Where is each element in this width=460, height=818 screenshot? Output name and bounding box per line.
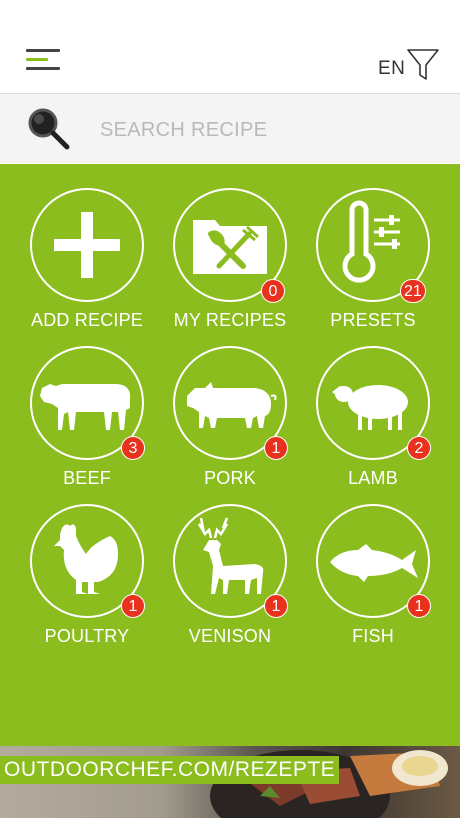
language-selector[interactable]: EN: [378, 58, 405, 80]
tile-lamb[interactable]: 2 LAMB: [301, 322, 445, 488]
recipe-count-badge: 3: [121, 436, 145, 460]
tile-fish[interactable]: 1 FISH: [301, 480, 445, 646]
funnel-filter-icon[interactable]: [406, 48, 440, 82]
tile-label: FISH: [352, 626, 394, 646]
recipe-count-badge: 0: [261, 279, 285, 303]
promo-banner[interactable]: OUTDOORCHEF.COM/REZEPTE: [0, 746, 460, 818]
recipe-count-badge: 1: [264, 594, 288, 618]
recipe-count-badge: 2: [407, 436, 431, 460]
top-bar: EN: [0, 0, 460, 94]
recipe-count-badge: 1: [121, 594, 145, 618]
tile-poultry[interactable]: 1 POULTRY: [15, 480, 159, 646]
recipe-count-badge: 1: [407, 594, 431, 618]
preset-count-badge: 21: [400, 279, 426, 303]
tile-label: VENISON: [188, 626, 272, 646]
magnifier-icon[interactable]: [24, 104, 72, 152]
tile-add-recipe[interactable]: ADD RECIPE: [15, 164, 159, 330]
tile-my-recipes[interactable]: 0 MY RECIPES: [158, 164, 302, 330]
tile-presets[interactable]: 21 PRESETS: [301, 164, 445, 330]
tile-pork[interactable]: 1 PORK: [158, 322, 302, 488]
search-bar: [0, 94, 460, 163]
tile-label: POULTRY: [44, 626, 130, 646]
search-input[interactable]: [98, 112, 432, 148]
banner-url-text: OUTDOORCHEF.COM/REZEPTE: [0, 756, 340, 784]
hamburger-menu-icon[interactable]: [26, 47, 62, 75]
category-grid: ADD RECIPE 0 MY RECIPES 21 PRESETS 3 BEE…: [0, 164, 460, 746]
recipe-count-badge: 1: [264, 436, 288, 460]
plus-icon: [30, 188, 144, 302]
tile-venison[interactable]: 1 VENISON: [158, 480, 302, 646]
tile-beef[interactable]: 3 BEEF: [15, 322, 159, 488]
